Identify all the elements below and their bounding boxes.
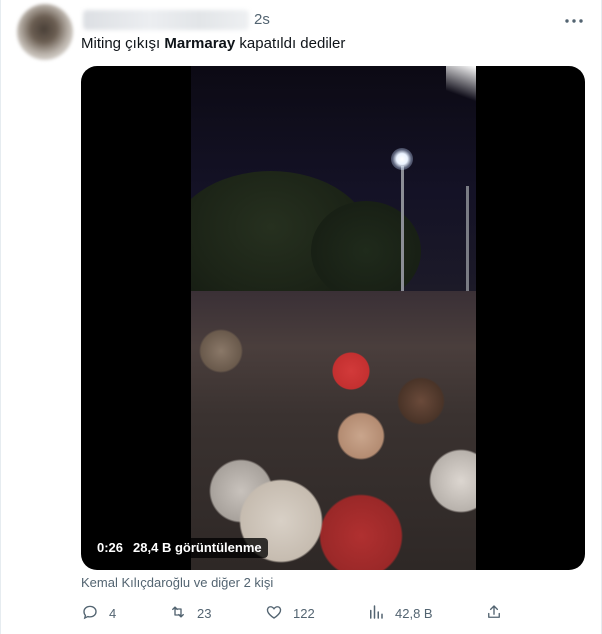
video-scene-pole xyxy=(401,166,404,296)
retweet-icon xyxy=(169,603,187,624)
tweet-text-end: kapatıldı dediler xyxy=(235,35,346,52)
video-views: 28,4 B görüntülenme xyxy=(133,540,262,555)
liked-by[interactable]: Kemal Kılıçdaroğlu ve diğer 2 kişi xyxy=(81,575,273,590)
tweet-text-bold: Marmaray xyxy=(164,35,236,52)
reply-count: 4 xyxy=(109,605,117,621)
reply-icon xyxy=(81,603,99,624)
avatar[interactable] xyxy=(17,4,73,60)
video-scene-streetlight xyxy=(391,148,413,170)
like-button[interactable]: 122 xyxy=(265,603,315,623)
video-scene-crowd xyxy=(191,291,476,570)
like-count: 122 xyxy=(293,605,315,621)
author-name-blurred[interactable] xyxy=(83,10,249,30)
tweet-text: Miting çıkışı Marmaray kapatıldı dediler xyxy=(81,34,345,54)
views-button[interactable]: 42,8 B xyxy=(367,603,433,623)
share-icon xyxy=(485,603,503,624)
tweet[interactable]: 2s Miting çıkışı Marmaray kapatıldı dedi… xyxy=(0,0,602,634)
reply-button[interactable]: 4 xyxy=(81,603,116,623)
share-button[interactable] xyxy=(485,603,503,623)
video-duration: 0:26 xyxy=(97,540,124,555)
timestamp[interactable]: 2s xyxy=(254,11,270,28)
views-count: 42,8 B xyxy=(395,605,433,621)
video-scene-tree-small xyxy=(311,201,421,301)
video-frame[interactable] xyxy=(191,66,476,570)
video-info-badge: 0:26 28,4 B görüntülenme xyxy=(91,538,268,558)
video-scene-glare xyxy=(446,66,476,106)
retweet-button[interactable]: 23 xyxy=(169,603,211,623)
tweet-text-start: Miting çıkışı xyxy=(81,35,165,52)
retweet-count: 23 xyxy=(197,605,212,621)
video-scene-pole-far xyxy=(466,186,469,296)
views-icon xyxy=(367,603,385,624)
action-bar: 4 23 122 42,8 B xyxy=(77,603,517,623)
more-icon[interactable] xyxy=(563,12,585,30)
like-icon xyxy=(265,603,283,624)
video-player[interactable]: 0:26 28,4 B görüntülenme xyxy=(81,66,585,570)
